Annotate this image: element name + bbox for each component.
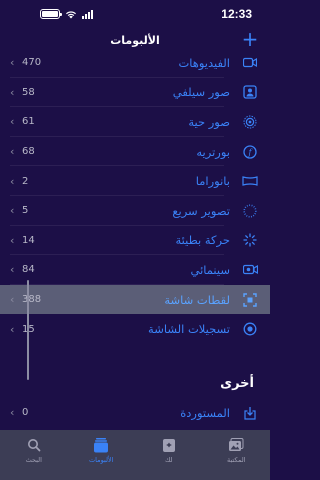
live-photo-icon [242, 114, 258, 130]
chevron-left-icon: ‹ [10, 233, 15, 247]
album-row-live-photos[interactable]: ‹ 61 صور حية [0, 107, 270, 137]
album-row-screen-recordings[interactable]: ‹ 15 تسجيلات الشاشة [0, 314, 270, 344]
tab-label: المكتبة [226, 456, 246, 464]
album-count: 5 [22, 205, 29, 217]
album-label: تصوير سريع [172, 203, 230, 218]
album-count: 470 [22, 57, 42, 69]
tab-library[interactable]: المكتبة [206, 436, 266, 480]
album-label: الفيديوهات [178, 55, 230, 70]
album-count: 2 [22, 175, 29, 187]
video-icon [242, 55, 258, 71]
album-row-imports[interactable]: ‹ 0 المستوردة [0, 398, 270, 428]
screenshot-icon [242, 292, 258, 308]
chevron-left-icon: ‹ [10, 263, 15, 277]
panorama-icon [242, 173, 258, 189]
other-list: ‹ 0 المستوردة [0, 398, 270, 428]
album-row-screenshots[interactable]: ‹ 388 لقطات شاشة [0, 284, 270, 315]
page-title: الألبومات [110, 33, 160, 47]
album-label: حركة بطيئة [175, 233, 231, 248]
status-time: 12:33 [221, 7, 252, 21]
section-header-other: أخرى [220, 376, 254, 391]
tab-albums[interactable]: الألبومات [71, 436, 131, 480]
tab-label: الألبومات [89, 456, 114, 464]
album-count: 84 [22, 264, 35, 276]
album-list: ‹ 470 الفيديوهات ‹ 58 صور سيلفي ‹ 61 صور… [0, 48, 270, 344]
status-icons [40, 9, 93, 19]
search-icon [25, 436, 43, 454]
for-you-icon [160, 436, 178, 454]
chevron-left-icon: ‹ [10, 293, 15, 307]
album-row-videos[interactable]: ‹ 470 الفيديوهات [0, 48, 270, 78]
chevron-left-icon: ‹ [10, 406, 15, 420]
album-label: سينمائي [190, 262, 230, 277]
album-label: لقطات شاشة [164, 292, 230, 307]
album-count: 58 [22, 86, 35, 98]
chevron-left-icon: ‹ [10, 322, 15, 336]
tab-label: لك [165, 456, 173, 464]
library-icon [227, 436, 245, 454]
screen-recording-icon [242, 321, 258, 337]
album-label: بورتريه [196, 144, 230, 159]
chevron-left-icon: ‹ [10, 56, 15, 70]
cellular-signal-icon [82, 9, 93, 19]
slomo-icon [242, 232, 258, 248]
albums-icon [92, 436, 110, 454]
album-row-panorama[interactable]: ‹ 2 بانوراما [0, 166, 270, 196]
tab-label: البحث [25, 456, 42, 464]
album-count: 61 [22, 116, 35, 128]
album-label: صور سيلفي [172, 85, 230, 100]
tab-for-you[interactable]: لك [139, 436, 199, 480]
album-label: المستوردة [180, 405, 230, 420]
chevron-left-icon: ‹ [10, 174, 15, 188]
battery-icon [40, 9, 62, 19]
album-count: 14 [22, 234, 35, 246]
album-row-selfies[interactable]: ‹ 58 صور سيلفي [0, 78, 270, 108]
tab-search[interactable]: البحث [4, 436, 64, 480]
album-row-cinematic[interactable]: ‹ 84 سينمائي [0, 255, 270, 285]
album-count: 0 [22, 407, 29, 419]
scroll-indicator[interactable] [27, 280, 29, 380]
album-label: بانوراما [195, 174, 230, 189]
album-count: 68 [22, 146, 35, 158]
status-bar: 12:33 [0, 0, 270, 28]
chevron-left-icon: ‹ [10, 145, 15, 159]
album-row-timelapse[interactable]: ‹ 5 تصوير سريع [0, 196, 270, 226]
svg-text:f: f [248, 148, 254, 157]
wifi-icon [66, 10, 76, 18]
import-icon [242, 405, 258, 421]
chevron-left-icon: ‹ [10, 115, 15, 129]
chevron-left-icon: ‹ [10, 85, 15, 99]
album-label: تسجيلات الشاشة [148, 322, 230, 337]
timelapse-icon [242, 203, 258, 219]
album-row-slo-mo[interactable]: ‹ 14 حركة بطيئة [0, 226, 270, 256]
chevron-left-icon: ‹ [10, 204, 15, 218]
album-row-portrait[interactable]: ‹ 68 بورتريه f [0, 137, 270, 167]
selfie-icon [242, 84, 258, 100]
portrait-icon: f [242, 144, 258, 160]
album-label: صور حية [188, 114, 230, 129]
tab-bar: البحث الألبومات لك المكتبة [0, 430, 270, 480]
cinematic-icon [242, 262, 258, 278]
